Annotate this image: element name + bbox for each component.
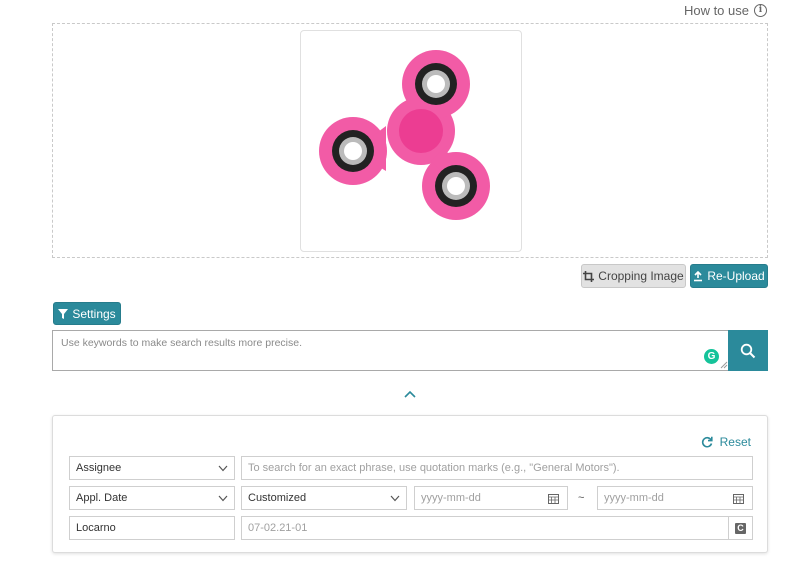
field-type-select-assignee[interactable]: Assignee [69,456,235,480]
assignee-input[interactable]: To search for an exact phrase, use quota… [241,456,753,480]
info-icon: i [754,4,767,17]
crop-icon [583,270,595,282]
how-to-use-label: How to use [683,3,749,18]
keyword-search-bar: G [52,330,768,371]
date-from-input[interactable]: yyyy-mm-dd [414,486,568,510]
upload-icon [694,270,703,281]
chevron-down-icon [218,465,228,471]
locarno-input[interactable]: 07-02.21-01 C [241,516,753,540]
refresh-icon [701,436,713,448]
date-to-placeholder: yyyy-mm-dd [604,492,664,504]
resize-grip-icon[interactable] [720,361,728,369]
spinner-center-cap [399,109,443,153]
date-range-separator: ~ [578,492,585,504]
settings-label: Settings [72,306,116,321]
reset-label: Reset [719,435,751,449]
date-to-input[interactable]: yyyy-mm-dd [597,486,753,510]
locarno-placeholder: 07-02.21-01 [248,522,308,534]
chevron-up-icon[interactable] [403,388,417,400]
fidget-spinner-image [319,50,490,220]
assignee-placeholder: To search for an exact phrase, use quota… [248,462,620,474]
chevron-down-icon [218,495,228,501]
keyword-search-input[interactable] [53,331,729,370]
search-filters-panel: Reset Assignee To search for an exact ph… [52,415,768,553]
date-range-mode-select[interactable]: Customized [241,486,407,510]
field-type-locarno[interactable]: Locarno [69,516,235,540]
reset-button[interactable]: Reset [701,435,751,449]
re-upload-label: Re-Upload [707,269,765,283]
calendar-icon[interactable] [733,493,744,504]
search-icon [740,343,756,358]
how-to-use-link[interactable]: How to use i [684,3,767,18]
image-upload-area[interactable] [52,23,768,258]
grammarly-icon[interactable]: G [704,349,719,364]
uploaded-image-preview [300,30,522,252]
locarno-classification-button[interactable]: C [728,517,752,539]
re-upload-button[interactable]: Re-Upload [690,264,768,288]
field-type-label: Locarno [76,522,116,534]
date-from-placeholder: yyyy-mm-dd [421,492,481,504]
field-type-label: Assignee [76,462,122,474]
calendar-icon[interactable] [548,493,559,504]
cropping-image-label: Cropping Image [598,269,684,283]
filter-icon [58,308,69,319]
field-type-select-appl-date[interactable]: Appl. Date [69,486,235,510]
keyword-search-box: G [52,330,729,371]
chevron-down-icon [390,495,400,501]
search-button[interactable] [728,330,768,371]
classification-icon: C [735,522,746,534]
date-mode-label: Customized [248,492,307,504]
cropping-image-button[interactable]: Cropping Image [581,264,686,288]
field-type-label: Appl. Date [76,492,128,504]
settings-button[interactable]: Settings [53,302,121,325]
